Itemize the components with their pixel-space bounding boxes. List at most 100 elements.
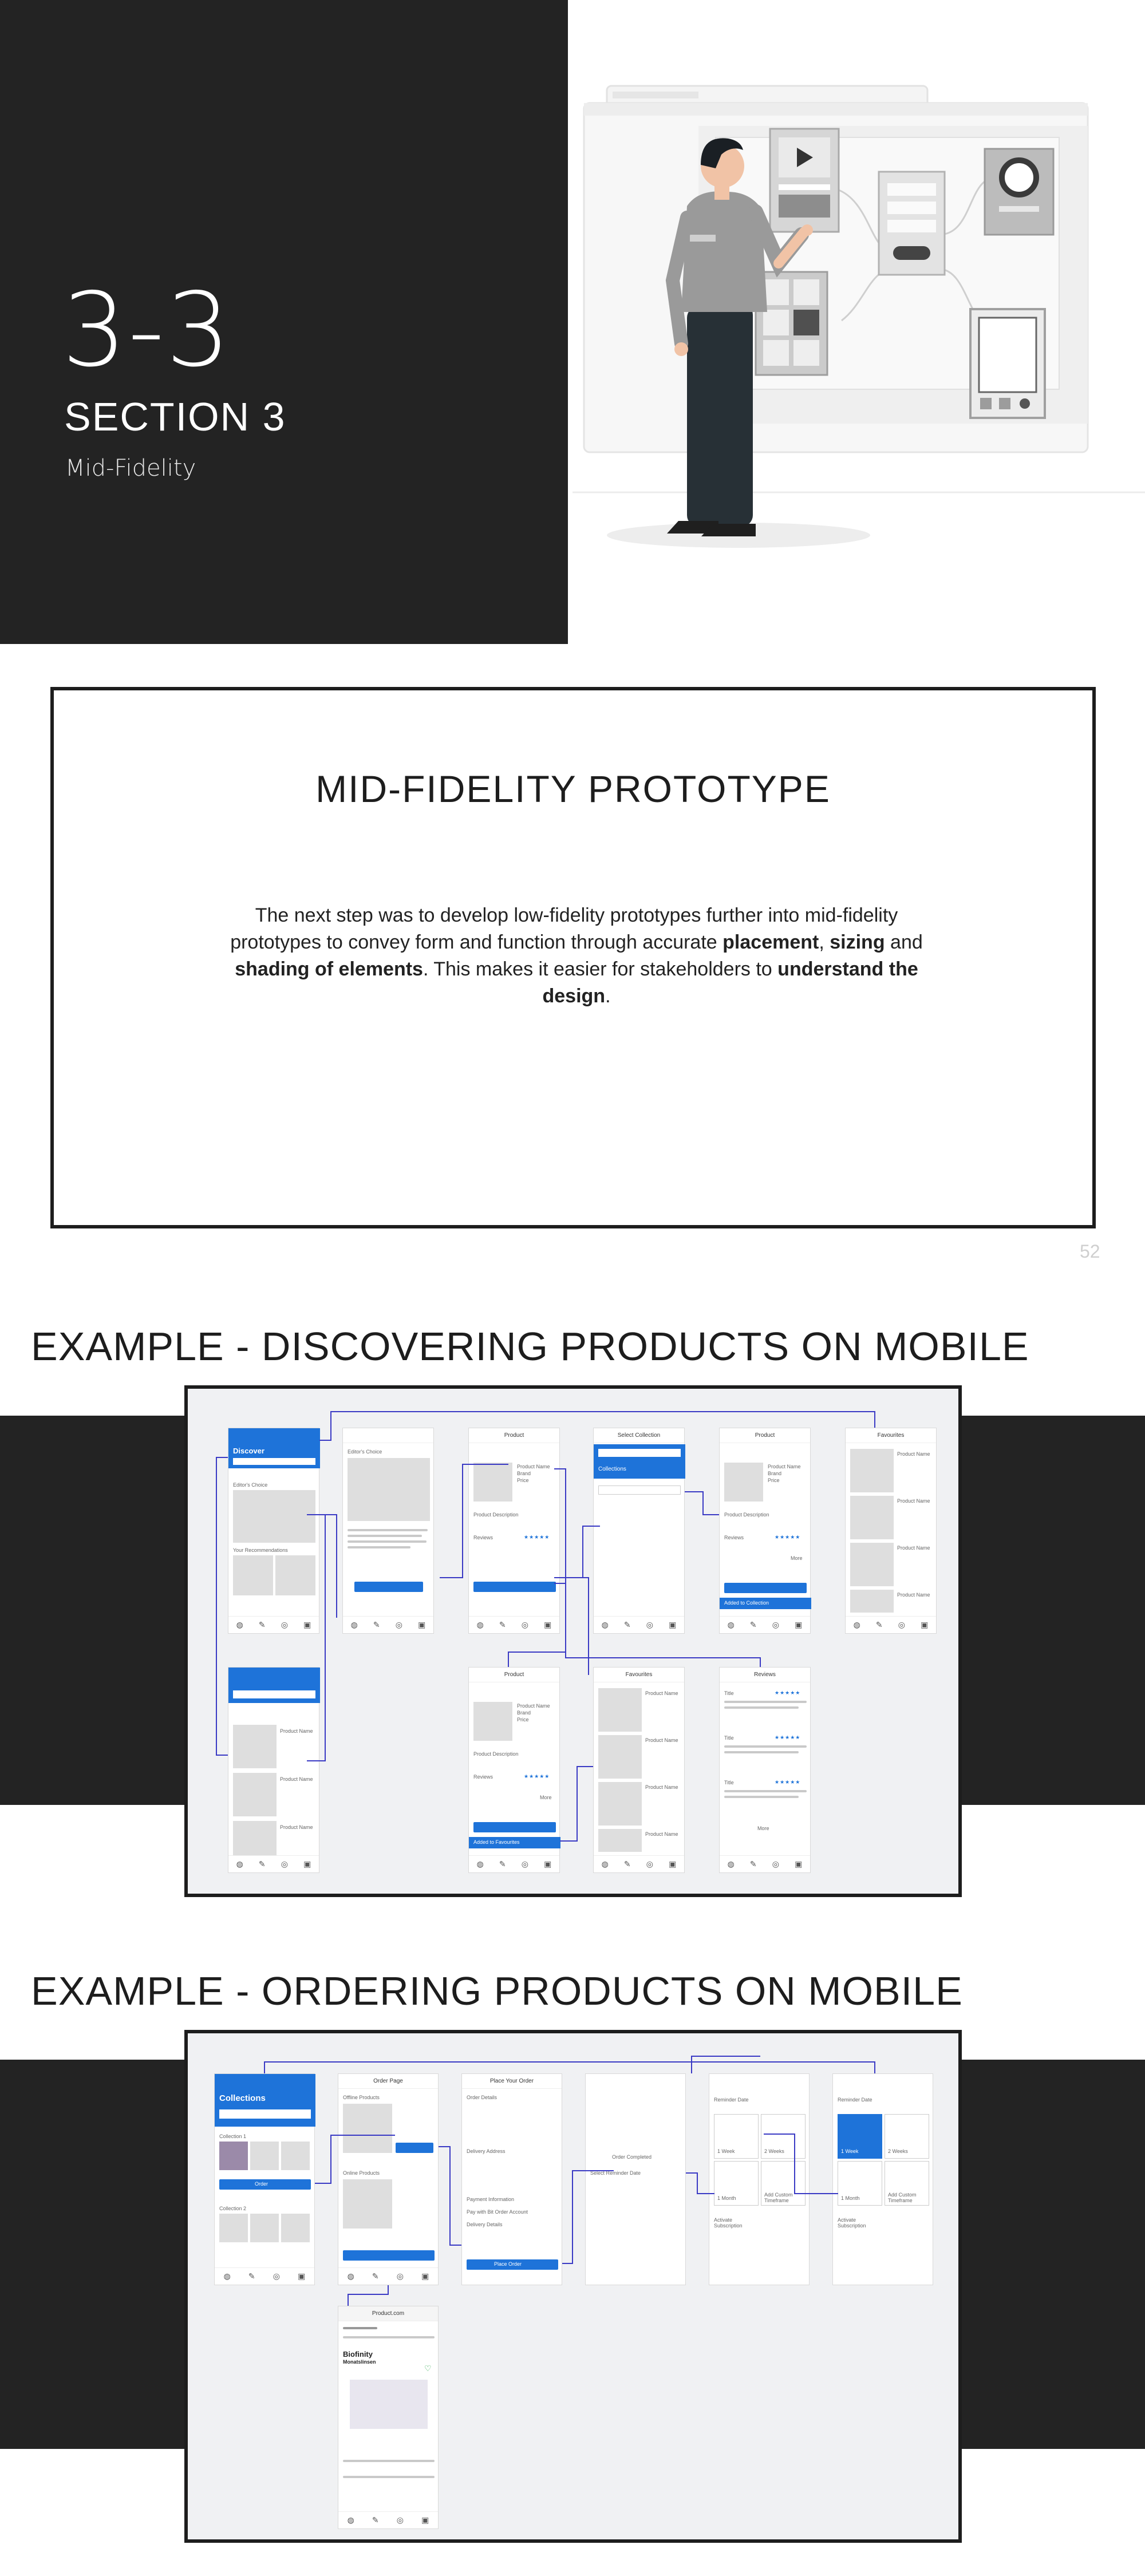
globe-icon[interactable]: ◍: [236, 1620, 243, 1630]
pencil-icon[interactable]: ✎: [876, 1620, 883, 1630]
pencil-icon[interactable]: ✎: [624, 1620, 631, 1630]
globe-icon[interactable]: ◍: [602, 1859, 609, 1869]
pencil-icon[interactable]: ✎: [499, 1859, 506, 1869]
recommendation-card[interactable]: [233, 1555, 273, 1595]
screen-editors-choice: Editor's Choice ◍ ✎ ◎ ▣: [342, 1428, 434, 1634]
compass-icon[interactable]: ◎: [646, 1620, 653, 1630]
text-line: [348, 1529, 428, 1531]
bag-icon[interactable]: ▣: [669, 1620, 676, 1630]
bag-icon[interactable]: ▣: [421, 2271, 429, 2281]
place-order-button-label: Place Order: [494, 2261, 522, 2267]
bag-icon[interactable]: ▣: [303, 1620, 311, 1630]
shop-button[interactable]: [354, 1582, 423, 1592]
activate-subscription-label[interactable]: Activate Subscription: [838, 2217, 883, 2229]
browser-url-bar[interactable]: Product.com: [338, 2306, 438, 2321]
pencil-icon[interactable]: ✎: [259, 1620, 266, 1630]
bag-icon[interactable]: ▣: [418, 1620, 425, 1630]
delivery-address-label: Delivery Address: [467, 2148, 506, 2154]
compass-icon[interactable]: ◎: [772, 1620, 779, 1630]
store-search: [343, 2336, 435, 2338]
globe-icon[interactable]: ◍: [602, 1620, 609, 1630]
globe-icon[interactable]: ◍: [477, 1859, 484, 1869]
bottom-nav: ◍ ✎ ◎ ▣: [215, 2267, 314, 2285]
globe-icon[interactable]: ◍: [351, 1620, 358, 1630]
pencil-icon[interactable]: ✎: [373, 1620, 380, 1630]
screen-product-added: Product Product Name Brand Price Product…: [719, 1428, 811, 1634]
compass-icon[interactable]: ◎: [273, 2271, 280, 2281]
screen-order-page: Order Page Offline Products Online Produ…: [338, 2073, 439, 2285]
bag-icon[interactable]: ▣: [298, 2271, 305, 2281]
bag-icon[interactable]: ▣: [795, 1620, 802, 1630]
bag-icon[interactable]: ▣: [544, 1859, 551, 1869]
bottom-nav: ◍ ✎ ◎ ▣: [338, 2511, 438, 2528]
pencil-icon[interactable]: ✎: [259, 1859, 266, 1869]
add-to-collection-button[interactable]: [473, 1822, 556, 1832]
result-name: Product Name: [280, 1728, 313, 1734]
screen-order-completed: Order Completed Select Reminder Date: [585, 2073, 686, 2285]
compass-icon[interactable]: ◎: [397, 2515, 404, 2525]
screen-discover: Discover Editor's Choice Your Recommenda…: [228, 1428, 320, 1634]
bag-icon[interactable]: ▣: [544, 1620, 551, 1630]
more-reviews-link[interactable]: More: [757, 1826, 769, 1831]
reminder-date-label: Reminder Date: [714, 2097, 749, 2103]
compass-icon[interactable]: ◎: [281, 1859, 288, 1869]
text-line: [343, 2476, 435, 2478]
add-to-collection-button[interactable]: [473, 1582, 556, 1592]
collections-search[interactable]: [219, 2109, 311, 2119]
collection-row[interactable]: [598, 1485, 681, 1495]
compass-icon[interactable]: ◎: [522, 1859, 528, 1869]
pencil-icon[interactable]: ✎: [750, 1859, 757, 1869]
compass-icon[interactable]: ◎: [522, 1620, 528, 1630]
continue-button[interactable]: [343, 2250, 435, 2261]
search-input[interactable]: [233, 1690, 315, 1698]
bag-icon[interactable]: ▣: [921, 1620, 928, 1630]
more-link[interactable]: More: [791, 1555, 803, 1561]
compass-icon[interactable]: ◎: [396, 1620, 402, 1630]
discover-title: Discover: [233, 1447, 264, 1455]
store-logo: [343, 2327, 377, 2329]
bottom-nav: ◍ ✎ ◎ ▣: [228, 1616, 319, 1633]
bag-icon[interactable]: ▣: [795, 1859, 802, 1869]
pencil-icon[interactable]: ✎: [499, 1620, 506, 1630]
heart-icon[interactable]: ♡: [424, 2364, 432, 2373]
pencil-icon[interactable]: ✎: [750, 1620, 757, 1630]
globe-icon[interactable]: ◍: [477, 1620, 484, 1630]
recommendation-card[interactable]: [275, 1555, 315, 1595]
compass-icon[interactable]: ◎: [281, 1620, 288, 1630]
add-to-collection-button[interactable]: [724, 1583, 807, 1593]
store-product-name: Monatslinsen: [343, 2359, 376, 2365]
globe-icon[interactable]: ◍: [854, 1620, 860, 1630]
compass-icon[interactable]: ◎: [772, 1859, 779, 1869]
pencil-icon[interactable]: ✎: [372, 2515, 379, 2525]
discover-search[interactable]: [233, 1458, 315, 1465]
offline-products-label: Offline Products: [343, 2095, 380, 2100]
more-link[interactable]: More: [540, 1795, 552, 1800]
result-image: [233, 1773, 277, 1816]
globe-icon[interactable]: ◍: [236, 1859, 243, 1869]
bag-icon[interactable]: ▣: [303, 1859, 311, 1869]
globe-icon[interactable]: ◍: [348, 2271, 354, 2281]
compass-icon[interactable]: ◎: [397, 2271, 404, 2281]
globe-icon[interactable]: ◍: [348, 2515, 354, 2525]
activate-subscription-label[interactable]: Activate Subscription: [714, 2217, 760, 2229]
collection-search[interactable]: [598, 1449, 681, 1457]
pencil-icon[interactable]: ✎: [248, 2271, 255, 2281]
globe-icon[interactable]: ◍: [224, 2271, 231, 2281]
select-reminder-date-link[interactable]: Select Reminder Date: [590, 2170, 641, 2176]
pencil-icon[interactable]: ✎: [372, 2271, 379, 2281]
bag-icon[interactable]: ▣: [669, 1859, 676, 1869]
text-line: [724, 1706, 799, 1709]
bottom-nav: ◍ ✎ ◎ ▣: [594, 1616, 684, 1633]
favourite-image: [598, 1735, 642, 1779]
screen-place-order: Place Your Order Order Details Delivery …: [461, 2073, 562, 2285]
compass-icon[interactable]: ◎: [898, 1620, 905, 1630]
pencil-icon[interactable]: ✎: [624, 1859, 631, 1869]
compass-icon[interactable]: ◎: [646, 1859, 653, 1869]
review-title: Title: [724, 1780, 734, 1785]
globe-icon[interactable]: ◍: [728, 1620, 735, 1630]
buy-offline-button[interactable]: [396, 2143, 433, 2153]
bag-icon[interactable]: ▣: [421, 2515, 429, 2525]
result-name: Product Name: [280, 1824, 313, 1830]
editors-choice-card[interactable]: [233, 1490, 315, 1543]
globe-icon[interactable]: ◍: [728, 1859, 735, 1869]
